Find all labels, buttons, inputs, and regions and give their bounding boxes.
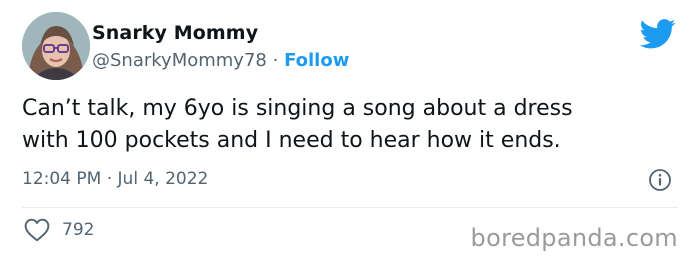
heart-icon bbox=[24, 218, 50, 242]
separator-dot: · bbox=[272, 50, 279, 71]
like-button[interactable]: 792 bbox=[24, 218, 94, 242]
handle[interactable]: @SnarkyMommy78 bbox=[92, 50, 267, 71]
follow-button[interactable]: Follow bbox=[284, 50, 349, 71]
twitter-bird-icon[interactable] bbox=[640, 18, 676, 50]
like-count: 792 bbox=[62, 220, 95, 240]
info-icon[interactable] bbox=[648, 168, 672, 192]
divider bbox=[22, 207, 678, 208]
tweet-text-line: Can’t talk, my 6yo is singing a song abo… bbox=[22, 96, 573, 121]
watermark: boredpanda.com bbox=[470, 224, 678, 252]
display-name[interactable]: Snarky Mommy bbox=[92, 22, 258, 44]
tweet-text: Can’t talk, my 6yo is singing a song abo… bbox=[22, 93, 682, 157]
avatar[interactable] bbox=[22, 12, 90, 80]
timestamp[interactable]: 12:04 PM · Jul 4, 2022 bbox=[22, 169, 208, 189]
avatar-photo bbox=[22, 12, 90, 80]
handle-row: @SnarkyMommy78 · Follow bbox=[92, 50, 349, 71]
tweet-text-line: with 100 pockets and I need to hear how … bbox=[22, 128, 561, 153]
